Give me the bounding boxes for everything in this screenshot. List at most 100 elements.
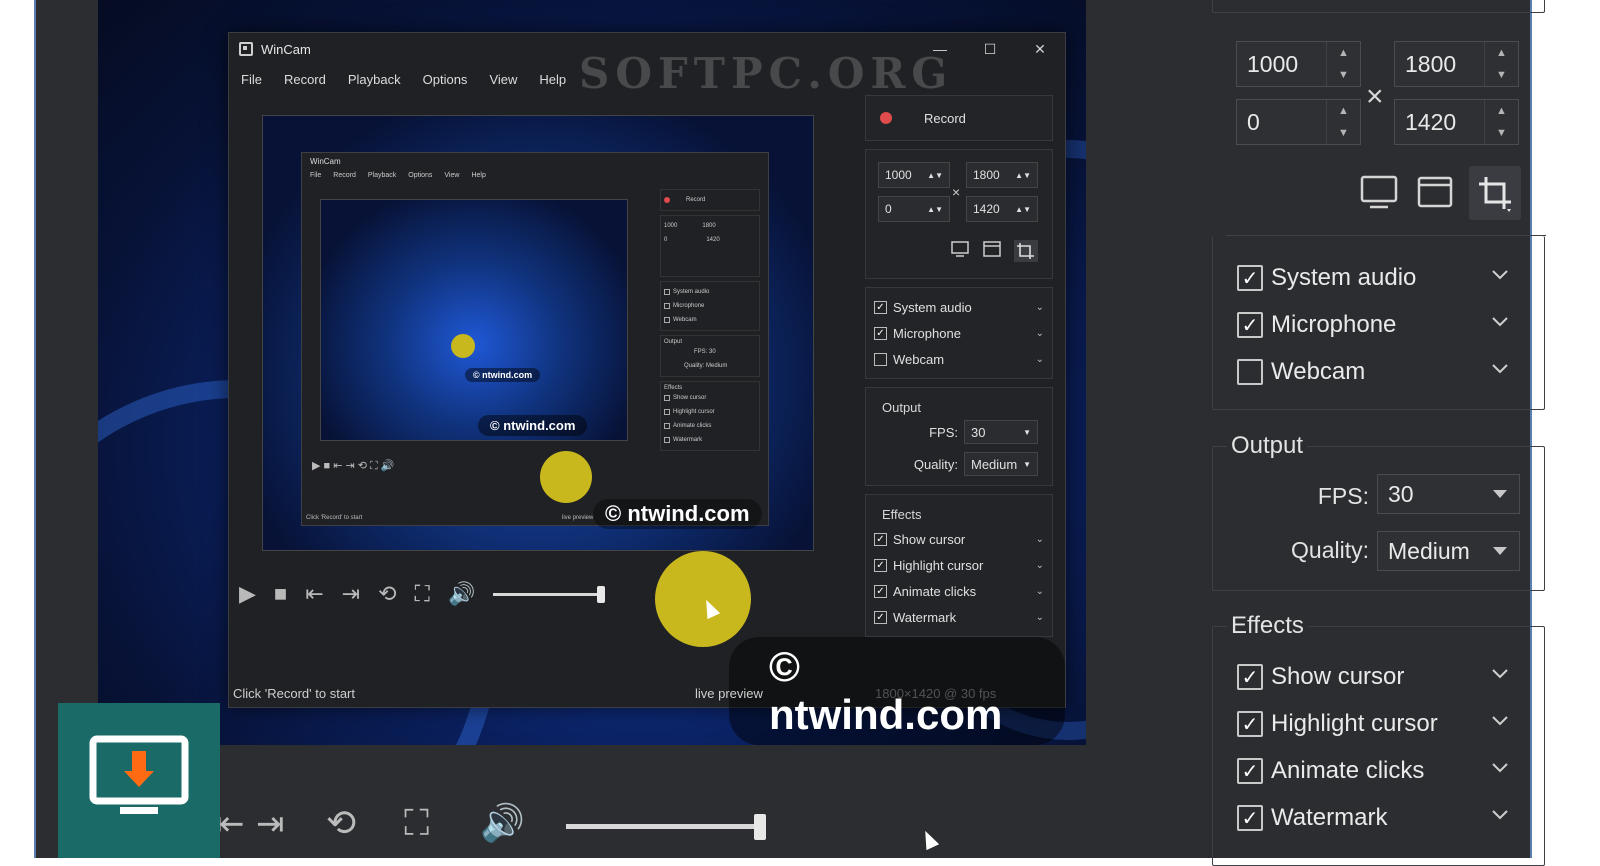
- microphone-row[interactable]: ✓ Microphone: [1237, 303, 1527, 347]
- quality-select[interactable]: Medium: [1377, 531, 1520, 571]
- spin-arrows-icon[interactable]: ▲▼: [1326, 100, 1360, 144]
- system-audio-row[interactable]: ✓ System audio: [1237, 256, 1527, 300]
- region-w-input[interactable]: 1800 ▲▼: [966, 162, 1038, 188]
- chevron-down-icon[interactable]: [1491, 761, 1509, 773]
- window-icon[interactable]: [1413, 170, 1457, 214]
- nested-wincam-window: WinCam File Record Playback Options View…: [301, 152, 769, 526]
- fps-select[interactable]: 30: [1377, 474, 1520, 514]
- animate-clicks-checkbox[interactable]: ✓: [874, 584, 887, 598]
- highlight-cursor-row[interactable]: ✓ Highlight cursor: [1237, 702, 1527, 746]
- spin-arrows-icon[interactable]: ▲▼: [927, 205, 943, 214]
- spin-arrows-icon[interactable]: ▲▼: [1015, 205, 1031, 214]
- system-audio-row[interactable]: ✓ System audio ⌄: [874, 294, 1044, 320]
- chevron-down-icon[interactable]: ⌄: [1036, 612, 1044, 623]
- loop-icon[interactable]: ⟲: [378, 581, 396, 607]
- animate-clicks-checkbox[interactable]: ✓: [1237, 758, 1263, 784]
- audio-sources-box: ✓ System audio ✓ Microphone Webcam: [1212, 236, 1545, 410]
- menu-record[interactable]: Record: [284, 72, 326, 87]
- microphone-row[interactable]: ✓ Microphone ⌄: [874, 320, 1044, 346]
- animate-clicks-label: Animate clicks: [1271, 757, 1425, 784]
- crop-icon[interactable]: [1014, 240, 1038, 262]
- region-w-input[interactable]: 1800 ▲▼: [1394, 41, 1519, 87]
- chevron-down-icon[interactable]: [1491, 714, 1509, 726]
- crop-icon[interactable]: [1469, 166, 1521, 220]
- menu-file[interactable]: File: [241, 72, 262, 87]
- menu-view[interactable]: View: [489, 72, 517, 87]
- fullscreen-icon[interactable]: ⛶: [415, 581, 430, 607]
- menu-help[interactable]: Help: [539, 72, 566, 87]
- nested-menu-playback: Playback: [367, 172, 397, 179]
- highlight-cursor-row[interactable]: ✓ Highlight cursor ⌄: [874, 552, 1044, 578]
- webcam-checkbox[interactable]: [1237, 359, 1263, 385]
- show-cursor-row[interactable]: ✓ Show cursor ⌄: [874, 526, 1044, 552]
- fullscreen-icon[interactable]: ⛶: [404, 802, 429, 845]
- system-audio-checkbox[interactable]: ✓: [1237, 265, 1263, 291]
- animate-clicks-row[interactable]: ✓ Animate clicks ⌄: [874, 578, 1044, 604]
- watermark-checkbox[interactable]: ✓: [874, 610, 887, 624]
- skip-start-icon[interactable]: ⇤: [305, 581, 323, 607]
- spin-arrows-icon[interactable]: ▲▼: [1326, 42, 1360, 86]
- close-button[interactable]: ✕: [1015, 33, 1065, 65]
- region-y-input[interactable]: 0 ▲▼: [1236, 99, 1361, 145]
- menu-options[interactable]: Options: [423, 72, 468, 87]
- watermark-row[interactable]: ✓ Watermark ⌄: [874, 604, 1044, 630]
- spin-arrows-icon[interactable]: ▲▼: [1484, 100, 1518, 144]
- effects-box: Effects ✓ Show cursor ✓ Highlight cursor ✓…: [1212, 612, 1545, 866]
- chevron-down-icon[interactable]: ⌄: [1036, 560, 1044, 571]
- volume-icon[interactable]: 🔊: [480, 802, 525, 844]
- microphone-checkbox[interactable]: ✓: [1237, 312, 1263, 338]
- play-icon[interactable]: ▶: [239, 581, 256, 607]
- webcam-checkbox[interactable]: [874, 352, 887, 366]
- region-x-input[interactable]: 1000 ▲▼: [878, 162, 950, 188]
- region-x-input[interactable]: 1000 ▲▼: [1236, 41, 1361, 87]
- volume-slider[interactable]: [566, 814, 766, 840]
- system-audio-checkbox[interactable]: ✓: [874, 300, 887, 314]
- watermark-row[interactable]: ✓ Watermark: [1237, 796, 1527, 840]
- menu-playback[interactable]: Playback: [348, 72, 401, 87]
- loop-icon[interactable]: ⟲: [326, 802, 356, 844]
- spin-arrows-icon[interactable]: ▲▼: [1015, 171, 1031, 180]
- quality-value: Medium: [1388, 537, 1470, 564]
- show-cursor-checkbox[interactable]: ✓: [1237, 664, 1263, 690]
- skip-end-icon[interactable]: ⇥: [256, 804, 285, 844]
- maximize-button[interactable]: ☐: [965, 33, 1015, 65]
- skip-start-icon[interactable]: ⇤: [216, 804, 245, 844]
- show-cursor-row[interactable]: ✓ Show cursor: [1237, 655, 1527, 699]
- nested-quality: Quality: Medium: [684, 363, 728, 369]
- microphone-checkbox[interactable]: ✓: [874, 326, 887, 340]
- chevron-down-icon[interactable]: [1491, 667, 1509, 679]
- chevron-down-icon[interactable]: ⌄: [1036, 328, 1044, 339]
- chevron-down-icon[interactable]: [1491, 808, 1509, 820]
- monitor-icon[interactable]: [1357, 170, 1401, 214]
- chevron-down-icon[interactable]: ⌄: [1036, 586, 1044, 597]
- skip-end-icon[interactable]: ⇥: [342, 581, 360, 607]
- volume-icon[interactable]: 🔊: [448, 581, 475, 607]
- volume-slider[interactable]: [493, 585, 606, 603]
- region-h-input[interactable]: 1420 ▲▼: [966, 196, 1038, 222]
- monitor-icon[interactable]: [950, 240, 970, 258]
- webcam-row[interactable]: Webcam ⌄: [874, 346, 1044, 372]
- region-y-input[interactable]: 0 ▲▼: [878, 196, 950, 222]
- chevron-down-icon[interactable]: [1491, 362, 1509, 374]
- highlight-cursor-checkbox[interactable]: ✓: [874, 558, 887, 572]
- show-cursor-checkbox[interactable]: ✓: [874, 532, 887, 546]
- fps-select[interactable]: 30 ▼: [964, 420, 1038, 444]
- animate-clicks-row[interactable]: ✓ Animate clicks: [1237, 749, 1527, 793]
- watermark-checkbox[interactable]: ✓: [1237, 805, 1263, 831]
- window-icon[interactable]: [982, 240, 1002, 258]
- quality-select[interactable]: Medium ▼: [964, 452, 1038, 476]
- chevron-down-icon[interactable]: ⌄: [1036, 534, 1044, 545]
- spin-arrows-icon[interactable]: ▲▼: [927, 171, 943, 180]
- chevron-down-icon[interactable]: [1491, 315, 1509, 327]
- spin-arrows-icon[interactable]: ▲▼: [1484, 42, 1518, 86]
- region-h-input[interactable]: 1420 ▲▼: [1394, 99, 1519, 145]
- highlight-cursor-checkbox[interactable]: ✓: [1237, 711, 1263, 737]
- webcam-row[interactable]: Webcam: [1237, 350, 1527, 394]
- chevron-down-icon[interactable]: ⌄: [1036, 354, 1044, 365]
- chevron-down-icon[interactable]: ⌄: [1036, 302, 1044, 313]
- volume-slider-knob[interactable]: [754, 814, 766, 840]
- stop-icon[interactable]: ■: [274, 581, 287, 607]
- record-button[interactable]: Record: [865, 95, 1053, 141]
- volume-slider-knob[interactable]: [597, 585, 606, 603]
- chevron-down-icon[interactable]: [1491, 268, 1509, 280]
